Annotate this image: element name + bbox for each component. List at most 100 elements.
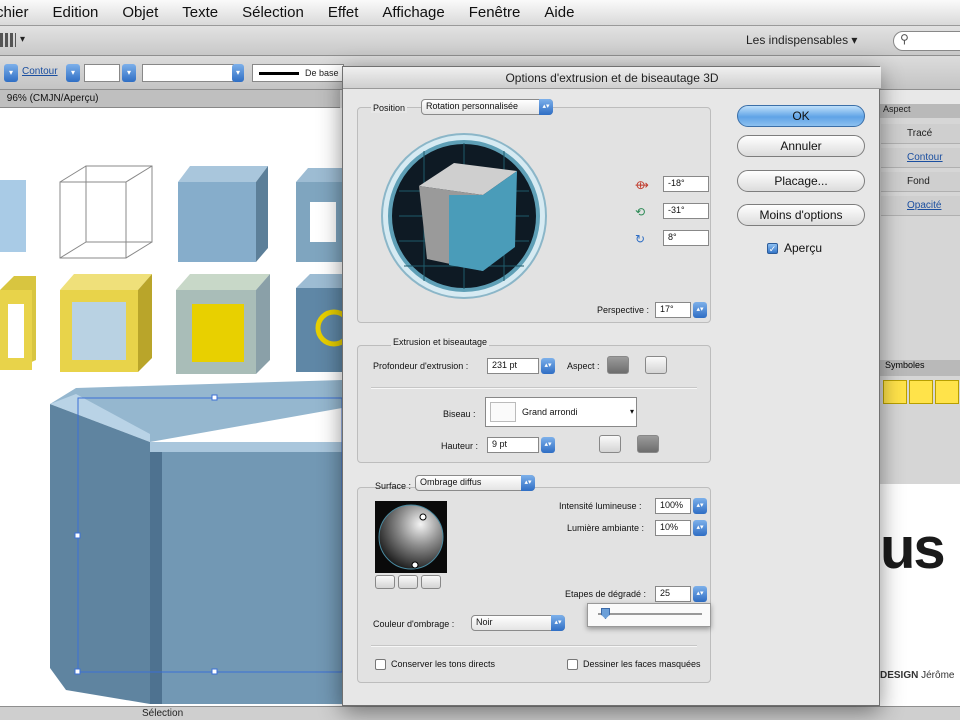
shading-color-select[interactable]: Noir ▴▾ <box>471 615 565 631</box>
slider-thumb[interactable] <box>601 608 610 619</box>
preserve-spot-colors-checkbox[interactable] <box>375 659 386 670</box>
new-light-button[interactable] <box>398 575 418 589</box>
steps-label: Etapes de dégradé : <box>565 589 647 599</box>
stroke-weight-field[interactable] <box>84 64 120 82</box>
draw-hidden-faces-checkbox[interactable] <box>567 659 578 670</box>
intensity-dropdown[interactable]: ▴▾ <box>693 498 707 514</box>
menu-item-4[interactable]: Sélection <box>242 4 304 21</box>
credit-text: DESIGN Jérôme <box>880 670 954 681</box>
current-tool-label[interactable]: Sélection <box>142 708 183 719</box>
light-blue-square[interactable] <box>0 180 26 252</box>
status-bar: Sélection <box>0 706 960 720</box>
screen: chier Edition Objet Texte Sélection Effet Affi… <box>0 0 960 720</box>
document-title: 96% (CMJN/Aperçu) <box>4 93 99 104</box>
x-rotation-field[interactable]: -18° <box>663 176 709 192</box>
blue-frame-cube[interactable] <box>296 168 348 262</box>
bevel-value: Grand arrondi <box>522 407 578 417</box>
stroke-link[interactable]: Contour <box>22 66 58 77</box>
bevel-select[interactable]: Grand arrondi ▾ <box>485 397 637 427</box>
gray-yellow-cube[interactable] <box>176 274 270 374</box>
symbol-swatch[interactable] <box>935 380 959 404</box>
ambient-field[interactable]: 10% <box>655 520 691 536</box>
opacity-link[interactable]: Opacité <box>907 200 941 211</box>
shading-color-label: Couleur d'ombrage : <box>373 619 455 629</box>
chevron-down-icon: ▾ <box>629 407 634 416</box>
ambient-dropdown[interactable]: ▴▾ <box>693 520 707 536</box>
bevel-extent-in-button[interactable] <box>637 435 659 453</box>
position-preset-value: Rotation personnalisée <box>426 101 519 111</box>
ambient-label: Lumière ambiante : <box>567 523 645 533</box>
preview-checkbox[interactable]: ✓ <box>767 243 778 254</box>
depth-field[interactable]: 231 pt <box>487 358 539 374</box>
surface-select[interactable]: Ombrage diffus ▴▾ <box>415 475 535 491</box>
intensity-label: Intensité lumineuse : <box>559 501 642 511</box>
surface-value: Ombrage diffus <box>420 477 482 487</box>
map-art-button[interactable]: Placage... <box>737 170 865 192</box>
variable-width-dropdown[interactable]: ▾ <box>232 64 244 82</box>
y-rotation-field[interactable]: -31° <box>663 203 709 219</box>
variable-width-field[interactable] <box>142 64 234 82</box>
trace-row[interactable]: Tracé <box>881 124 960 144</box>
wireframe-cube[interactable] <box>59 165 153 259</box>
brush-definition-field[interactable]: De base <box>252 64 344 82</box>
brush-label: De base <box>305 68 339 78</box>
delete-light-button[interactable] <box>421 575 441 589</box>
intensity-field[interactable]: 100% <box>655 498 691 514</box>
lighting-sphere[interactable] <box>375 501 447 573</box>
fewer-options-button[interactable]: Moins d'options <box>737 204 865 226</box>
document-tab[interactable]: 96% (CMJN/Aperçu) <box>0 90 340 108</box>
move-light-back-button[interactable] <box>375 575 395 589</box>
contour-link[interactable]: Contour <box>907 152 943 163</box>
cancel-button[interactable]: Annuler <box>737 135 865 157</box>
big-extruded-cube[interactable] <box>50 380 342 704</box>
position-preset-select[interactable]: Rotation personnalisée ▴▾ <box>421 99 553 115</box>
z-rotation-field[interactable]: 8° <box>663 230 709 246</box>
menu-item-6[interactable]: Affichage <box>382 4 444 21</box>
perspective-dropdown[interactable]: ▴▾ <box>693 302 707 318</box>
fill-row[interactable]: Fond <box>881 172 960 192</box>
workspace-switcher[interactable]: Les indispensables ▾ <box>746 33 857 47</box>
appearance-panel: Aspect Tracé Contour Fond Opacité Symbol… <box>878 104 960 484</box>
chevron-down-icon: ▴▾ <box>521 475 535 491</box>
menu-item-0[interactable]: chier <box>0 4 29 21</box>
stroke-weight-dropdown[interactable]: ▾ <box>122 64 136 82</box>
light-source-handle[interactable] <box>419 513 427 521</box>
contour-row[interactable]: Contour <box>881 148 960 168</box>
perspective-field[interactable]: 17° <box>655 302 691 318</box>
fill-label: Fond <box>907 176 930 187</box>
symbol-swatch[interactable] <box>909 380 933 404</box>
position-label: Position <box>371 103 408 113</box>
menu-item-7[interactable]: Fenêtre <box>469 4 521 21</box>
symbol-swatch[interactable] <box>883 380 907 404</box>
menu-item-1[interactable]: Edition <box>53 4 99 21</box>
yellow-frame-left[interactable] <box>0 276 36 370</box>
bevel-extent-out-button[interactable] <box>599 435 621 453</box>
menu-item-8[interactable]: Aide <box>544 4 574 21</box>
arrange-documents-icon[interactable] <box>0 33 16 47</box>
menu-item-5[interactable]: Effet <box>328 4 359 21</box>
yellow-hollow-cube[interactable] <box>60 274 152 372</box>
fill-dropdown[interactable]: ▾ <box>4 64 18 82</box>
blue-cube[interactable] <box>178 166 268 262</box>
cap-off-button[interactable] <box>645 356 667 374</box>
depth-dropdown[interactable]: ▴▾ <box>541 358 555 374</box>
light-source-handle[interactable] <box>411 561 419 569</box>
steps-field[interactable]: 25 <box>655 586 691 602</box>
steps-dropdown[interactable]: ▴▾ <box>693 586 707 602</box>
ok-button[interactable]: OK <box>737 105 865 127</box>
menu-item-3[interactable]: Texte <box>182 4 218 21</box>
search-input[interactable]: ⚲ <box>893 31 960 51</box>
steps-slider-popup[interactable] <box>587 603 711 627</box>
cap-on-button[interactable] <box>607 356 629 374</box>
symbols-panel-tab[interactable]: Symboles <box>879 360 960 376</box>
menu-item-2[interactable]: Objet <box>122 4 158 21</box>
height-field[interactable]: 9 pt <box>487 437 539 453</box>
dialog-title[interactable]: Options d'extrusion et de biseautage 3D <box>343 67 881 89</box>
rotation-track-cube[interactable] <box>379 131 549 301</box>
stroke-color-dropdown[interactable]: ▾ <box>66 64 80 82</box>
bevel-preview-icon <box>490 402 516 422</box>
appearance-panel-tab[interactable]: Aspect <box>879 104 960 118</box>
opacity-row[interactable]: Opacité <box>881 196 960 216</box>
chevron-down-icon[interactable]: ▾ <box>20 34 25 45</box>
height-dropdown[interactable]: ▴▾ <box>541 437 555 453</box>
